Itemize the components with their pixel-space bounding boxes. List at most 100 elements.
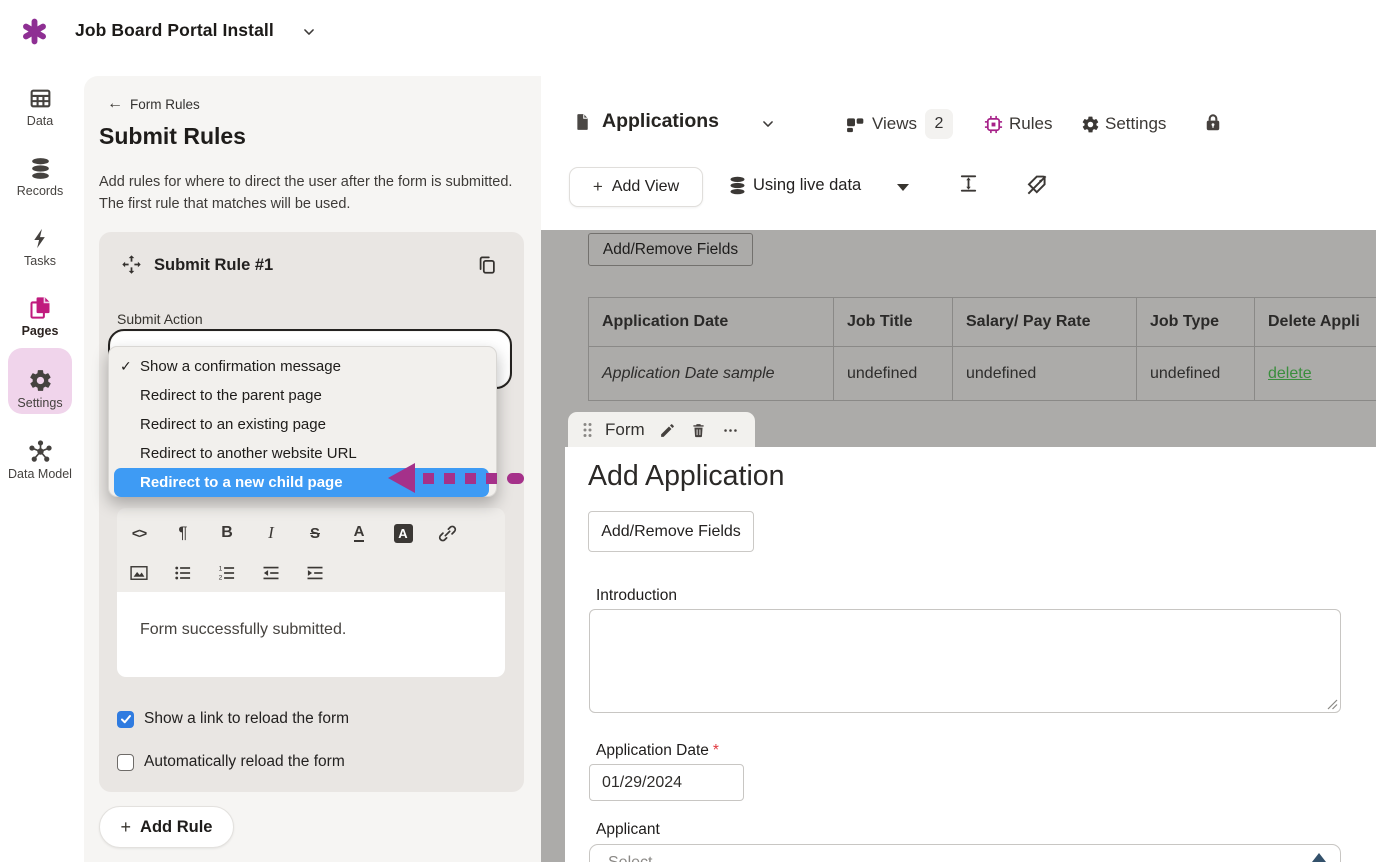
tab-views[interactable]: Views [872,114,917,134]
fit-height-icon[interactable] [957,172,980,195]
column-header[interactable]: Job Type [1137,298,1255,347]
auto-reload-checkbox-row[interactable]: Automatically reload the form [117,753,345,771]
required-asterisk: * [713,742,719,760]
trash-icon[interactable] [690,422,707,439]
sidebar-item-settings[interactable]: Settings [0,368,80,410]
indent-icon[interactable] [303,561,327,585]
resize-handle-icon[interactable] [1327,699,1338,710]
sidebar-item-label: Tasks [24,254,56,268]
form-view-tab[interactable]: Form [568,412,755,448]
submit-action-label: Submit Action [117,311,203,327]
edit-pencil-icon[interactable] [659,422,676,439]
table-cell: undefined [953,347,1137,401]
strikethrough-icon[interactable]: S [303,521,327,545]
confirmation-message-text: Form successfully submitted. [117,592,505,639]
back-link-label: Form Rules [130,97,200,112]
add-view-button[interactable]: + Add View [569,167,703,207]
duplicate-rule-icon[interactable] [476,254,498,276]
introduction-textarea[interactable] [589,609,1341,713]
column-header[interactable]: Application Date [589,298,834,347]
tab-settings[interactable]: Settings [1105,114,1166,134]
records-database-icon [28,156,53,181]
dropdown-option-label: Redirect to an existing page [140,416,326,433]
pages-icon [27,294,54,321]
outdent-icon[interactable] [259,561,283,585]
paragraph-format-icon[interactable]: ¶ [171,521,195,545]
reload-link-checkbox-row[interactable]: Show a link to reload the form [117,710,349,728]
plus-icon: + [121,817,132,838]
form-add-remove-fields-button[interactable]: Add/Remove Fields [588,511,754,552]
panel-title: Submit Rules [99,123,246,150]
editor-content-area[interactable]: Form successfully submitted. [117,592,505,677]
move-handle-icon[interactable] [121,254,142,275]
sidebar-item-label: Records [17,184,64,198]
text-color-icon[interactable]: A [354,524,365,542]
insert-image-icon[interactable] [127,561,151,585]
live-data-selector[interactable]: Using live data [753,176,861,195]
sidebar-item-pages[interactable]: Pages [0,294,80,338]
app-sidebar: Data Records Tasks Pages [0,64,80,862]
column-header[interactable]: Salary/ Pay Rate [953,298,1137,347]
bullet-list-icon[interactable] [171,561,195,585]
add-rule-button[interactable]: + Add Rule [99,806,234,848]
tab-rules[interactable]: Rules [1009,114,1052,134]
dropdown-option-label: Show a confirmation message [140,358,341,375]
numbered-list-icon[interactable]: 12 [215,561,239,585]
column-header[interactable]: Delete Appli [1255,298,1376,347]
form-title: Add Application [588,460,784,493]
sidebar-item-tasks[interactable]: Tasks [0,226,80,268]
dropdown-option-label: Redirect to another website URL [140,445,357,462]
chevron-down-icon[interactable] [301,25,317,39]
rules-chip-icon [983,114,1004,135]
table-cell: undefined [1137,347,1255,401]
check-icon: ✓ [120,352,132,381]
field-label-application-date-row: Application Date * [596,742,719,760]
italic-icon[interactable]: I [259,521,283,545]
annotation-arrow [388,463,524,493]
column-header[interactable]: Job Title [834,298,953,347]
sidebar-item-data[interactable]: Data [0,86,80,128]
drag-handle-icon[interactable] [582,422,593,438]
annotation-arrow-head [388,463,415,493]
application-date-input[interactable] [589,764,744,801]
lock-icon[interactable] [1203,111,1223,134]
more-options-icon[interactable] [721,422,740,439]
table-add-remove-fields-button[interactable]: Add/Remove Fields [588,233,753,266]
sidebar-item-data-model[interactable]: Data Model [0,439,80,481]
svg-text:1: 1 [219,566,223,573]
checkbox-unchecked [117,754,134,771]
panel-description: Add rules for where to direct the user a… [99,172,525,216]
bold-icon[interactable]: B [215,521,239,545]
dropdown-option-label: Redirect to a new child page [140,474,343,491]
sidebar-item-records[interactable]: Records [0,156,80,198]
hide-labels-tag-slash-icon[interactable] [1024,172,1050,198]
data-table-icon [28,86,53,111]
form-view-panel: Add Application Add/Remove Fields Introd… [565,447,1376,862]
page-chevron-down-icon[interactable] [760,117,776,131]
confirmation-message-editor: <> ¶ B I S A A [117,508,505,677]
table-cell: undefined [834,347,953,401]
dropdown-option-label: Redirect to the parent page [140,387,322,404]
dropdown-option[interactable]: Redirect to an existing page [109,410,496,439]
live-data-database-icon [727,175,748,196]
background-color-icon[interactable]: A [394,524,413,543]
dropdown-option[interactable]: ✓ Show a confirmation message [109,352,496,381]
dropdown-option[interactable]: Redirect to the parent page [109,381,496,410]
checkbox-checked [117,711,134,728]
add-view-label: Add View [612,178,679,196]
live-data-caret-icon[interactable] [897,184,909,191]
applicant-select[interactable]: Select... [589,844,1341,862]
field-label-introduction: Introduction [596,587,677,605]
sidebar-item-label: Settings [17,396,62,410]
page-editor-header: Applications Views 2 Rules Settings + Ad… [541,64,1376,230]
insert-link-icon[interactable] [435,521,459,545]
svg-text:2: 2 [219,575,223,582]
delete-record-link[interactable]: delete [1268,365,1312,382]
field-label-application-date: Application Date [596,742,709,760]
code-view-icon[interactable]: <> [127,521,151,545]
table-header-row: Application Date Job Title Salary/ Pay R… [589,298,1376,347]
back-to-form-rules-link[interactable]: ← Form Rules [107,96,200,112]
knack-logo-icon[interactable] [21,18,48,45]
live-app-preview: Add/Remove Fields Application Date Job T… [541,230,1376,862]
app-title: Job Board Portal Install [75,20,274,41]
